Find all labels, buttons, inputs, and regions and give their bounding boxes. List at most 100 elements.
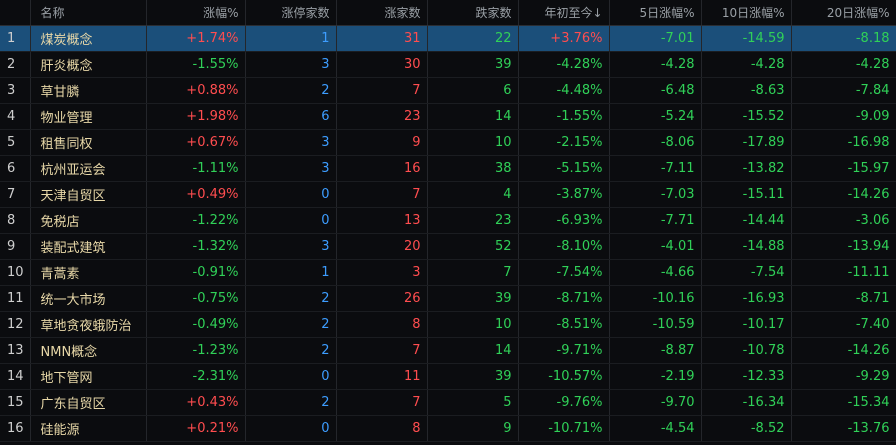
down-count-cell: 5: [427, 389, 519, 416]
table-row[interactable]: 14 地下管网 -2.31% 0 11 39 -10.57% -2.19 -12.33 -9.29: [0, 363, 896, 390]
change-pct-cell: -1.32%: [146, 233, 246, 260]
table-row[interactable]: 6 杭州亚运会 -1.11% 3 16 38 -5.15% -7.11 -13.82 -15.97: [0, 155, 896, 182]
down-count-cell: 39: [427, 363, 519, 390]
ytd-change-cell: -5.15%: [518, 155, 610, 182]
row-index-cell: 16: [0, 415, 31, 442]
table-row[interactable]: 12 草地贪夜蛾防治 -0.49% 2 8 10 -8.51% -10.59 -10.17 -7.…: [0, 311, 896, 338]
table-row[interactable]: 8 免税店 -1.22% 0 13 23 -6.93% -7.71 -14.44 -3.06: [0, 207, 896, 234]
ytd-change-cell: -8.10%: [518, 233, 610, 260]
ytd-change-cell: -8.51%: [518, 311, 610, 338]
table-row[interactable]: 9 装配式建筑 -1.32% 3 20 52 -8.10% -4.01 -14.88 -13.94: [0, 233, 896, 260]
header-name[interactable]: 名称: [30, 0, 147, 26]
sector-name-cell: 装配式建筑: [30, 233, 147, 260]
limit-up-count-cell: 3: [245, 51, 337, 78]
change-pct-cell: +0.43%: [146, 389, 246, 416]
row-index-cell: 14: [0, 363, 31, 390]
change-5d-cell: -10.59: [609, 311, 702, 338]
change-20d-cell: -15.97: [791, 155, 896, 182]
table-header: 名称 涨幅% 涨停家数 涨家数 跌家数 年初至今↓ 5日涨幅% 10日涨幅% 2…: [0, 0, 896, 26]
up-count-cell: 3: [336, 259, 428, 286]
change-5d-cell: -5.24: [609, 103, 702, 130]
ytd-change-cell: -8.71%: [518, 285, 610, 312]
change-5d-cell: -4.66: [609, 259, 702, 286]
ytd-change-cell: -4.28%: [518, 51, 610, 78]
change-20d-cell: -9.29: [791, 363, 896, 390]
table-row[interactable]: 1 煤炭概念 +1.74% 1 31 22 +3.76% -7.01 -14.59 -8.18: [0, 25, 896, 52]
sector-name-cell: 草地贪夜蛾防治: [30, 311, 147, 338]
ytd-change-cell: -10.71%: [518, 415, 610, 442]
header-down-count[interactable]: 跌家数: [427, 0, 519, 26]
limit-up-count-cell: 0: [245, 207, 337, 234]
change-10d-cell: -4.28: [701, 51, 792, 78]
limit-up-count-cell: 0: [245, 363, 337, 390]
header-change-pct[interactable]: 涨幅%: [146, 0, 246, 26]
change-pct-cell: +0.21%: [146, 415, 246, 442]
header-20d-change[interactable]: 20日涨幅%: [791, 0, 896, 26]
up-count-cell: 7: [336, 181, 428, 208]
row-index-cell: 9: [0, 233, 31, 260]
header-limit-up-count[interactable]: 涨停家数: [245, 0, 337, 26]
limit-up-count-cell: 0: [245, 181, 337, 208]
sector-name-cell: 广东自贸区: [30, 389, 147, 416]
up-count-cell: 8: [336, 311, 428, 338]
row-index-cell: 4: [0, 103, 31, 130]
change-5d-cell: -7.71: [609, 207, 702, 234]
header-10d-change[interactable]: 10日涨幅%: [701, 0, 792, 26]
change-5d-cell: -2.19: [609, 363, 702, 390]
down-count-cell: 52: [427, 233, 519, 260]
change-10d-cell: -16.34: [701, 389, 792, 416]
change-pct-cell: -0.49%: [146, 311, 246, 338]
limit-up-count-cell: 0: [245, 415, 337, 442]
down-count-cell: 23: [427, 207, 519, 234]
up-count-cell: 7: [336, 337, 428, 364]
change-5d-cell: -7.11: [609, 155, 702, 182]
change-pct-cell: -1.11%: [146, 155, 246, 182]
table-row[interactable]: 16 硅能源 +0.21% 0 8 9 -10.71% -4.54 -8.52 -13.76: [0, 415, 896, 442]
change-10d-cell: -7.54: [701, 259, 792, 286]
change-10d-cell: -10.78: [701, 337, 792, 364]
change-20d-cell: -11.11: [791, 259, 896, 286]
change-10d-cell: -13.82: [701, 155, 792, 182]
change-pct-cell: -1.22%: [146, 207, 246, 234]
table-row[interactable]: 5 租售同权 +0.67% 3 9 10 -2.15% -8.06 -17.89 -16.98: [0, 129, 896, 156]
change-5d-cell: -9.70: [609, 389, 702, 416]
sector-name-cell: 地下管网: [30, 363, 147, 390]
table-row[interactable]: 13 NMN概念 -1.23% 2 7 14 -9.71% -8.87 -10.78 -14.26: [0, 337, 896, 364]
header-ytd-sorted[interactable]: 年初至今↓: [518, 0, 610, 26]
header-5d-change[interactable]: 5日涨幅%: [609, 0, 702, 26]
down-count-cell: 7: [427, 259, 519, 286]
table-row[interactable]: 2 肝炎概念 -1.55% 3 30 39 -4.28% -4.28 -4.28 -4.28: [0, 51, 896, 78]
row-index-cell: 6: [0, 155, 31, 182]
change-5d-cell: -7.01: [609, 25, 702, 52]
table-row[interactable]: 10 青蒿素 -0.91% 1 3 7 -7.54% -4.66 -7.54 -11.11: [0, 259, 896, 286]
up-count-cell: 16: [336, 155, 428, 182]
table-row[interactable]: 7 天津自贸区 +0.49% 0 7 4 -3.87% -7.03 -15.11 -14.26: [0, 181, 896, 208]
change-pct-cell: -1.55%: [146, 51, 246, 78]
row-index-cell: 11: [0, 285, 31, 312]
header-index: [0, 0, 31, 26]
up-count-cell: 30: [336, 51, 428, 78]
sector-name-cell: 物业管理: [30, 103, 147, 130]
up-count-cell: 11: [336, 363, 428, 390]
table-row[interactable]: 3 草甘膦 +0.88% 2 7 6 -4.48% -6.48 -8.63 -7.84: [0, 77, 896, 104]
limit-up-count-cell: 2: [245, 285, 337, 312]
table-row[interactable]: 11 统一大市场 -0.75% 2 26 39 -8.71% -10.16 -16.93 -8.7…: [0, 285, 896, 312]
change-5d-cell: -4.01: [609, 233, 702, 260]
change-pct-cell: +0.49%: [146, 181, 246, 208]
ytd-change-cell: -6.93%: [518, 207, 610, 234]
change-20d-cell: -7.40: [791, 311, 896, 338]
header-up-count[interactable]: 涨家数: [336, 0, 428, 26]
up-count-cell: 31: [336, 25, 428, 52]
limit-up-count-cell: 3: [245, 129, 337, 156]
table-row[interactable]: 15 广东自贸区 +0.43% 2 7 5 -9.76% -9.70 -16.34 -15.34: [0, 389, 896, 416]
sector-name-cell: 杭州亚运会: [30, 155, 147, 182]
limit-up-count-cell: 3: [245, 233, 337, 260]
sector-name-cell: 天津自贸区: [30, 181, 147, 208]
change-10d-cell: -14.88: [701, 233, 792, 260]
change-10d-cell: -14.59: [701, 25, 792, 52]
limit-up-count-cell: 6: [245, 103, 337, 130]
table-row[interactable]: 4 物业管理 +1.98% 6 23 14 -1.55% -5.24 -15.52 -9.09: [0, 103, 896, 130]
ytd-change-cell: -10.57%: [518, 363, 610, 390]
row-index-cell: 3: [0, 77, 31, 104]
change-5d-cell: -7.03: [609, 181, 702, 208]
